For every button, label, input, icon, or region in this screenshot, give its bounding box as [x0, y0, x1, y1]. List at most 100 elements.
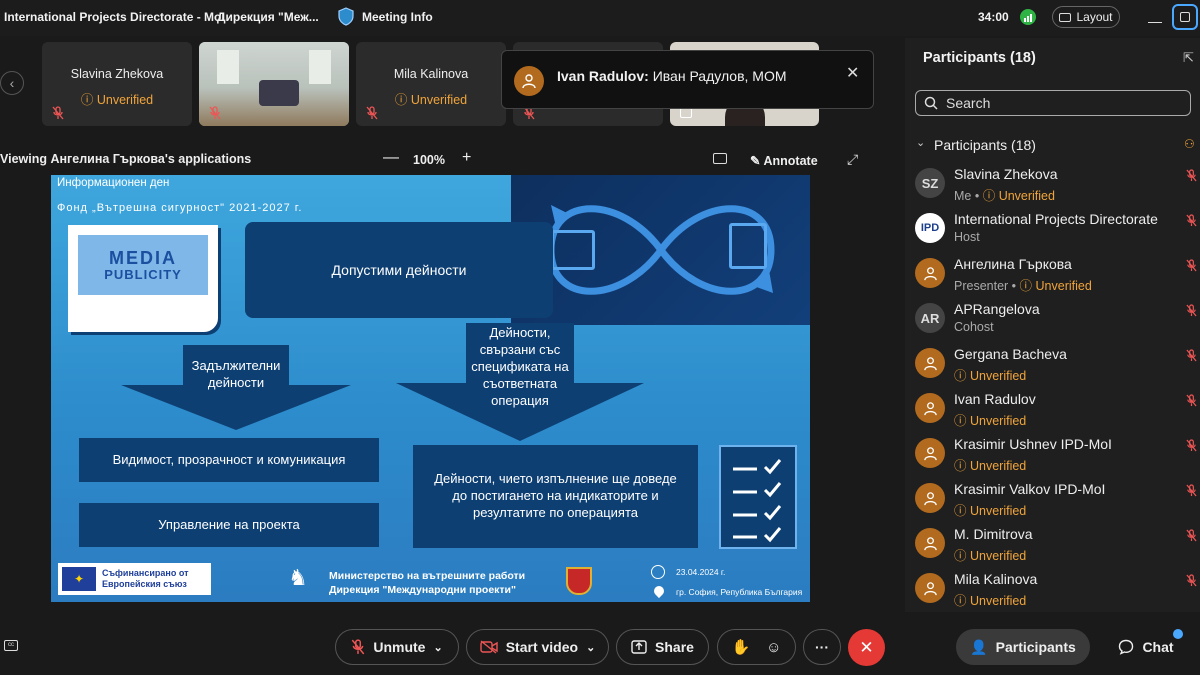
unverified-badge: ⓘ Unverified [983, 189, 1055, 203]
participants-button[interactable]: 👤 Participants [956, 629, 1090, 665]
chevron-down-icon[interactable]: ⌄ [916, 136, 925, 149]
mic-muted-icon [209, 106, 221, 120]
participant-name: Krasimir Valkov IPD-MoI [954, 481, 1106, 497]
participants-icon: 👤 [970, 638, 988, 655]
chat-icon [1119, 639, 1134, 655]
share-label: Share [655, 639, 694, 655]
share-button[interactable]: Share [616, 629, 709, 665]
chat-notification[interactable]: Ivan Radulov: Иван Радулов, МОМ ✕ [501, 50, 874, 109]
participant-list: SZ Slavina Zhekova Me • ⓘ Unverified IPD Int… [905, 166, 1200, 612]
zoom-out-button[interactable]: — [383, 149, 399, 167]
person-shape [259, 80, 299, 106]
title-bar: International Projects Directorate - MoI… [0, 0, 1200, 36]
participant-name: Krasimir Ushnev IPD-MoI [954, 436, 1112, 452]
unmute-button[interactable]: Unmute ⌄ [335, 629, 459, 665]
participant-row[interactable]: Krasimir Valkov IPD-MoI ⓘ Unverified [905, 481, 1200, 526]
avatar [915, 573, 945, 603]
eu-text: Европейския съюз [102, 579, 187, 589]
shield-icon[interactable] [338, 7, 354, 31]
leave-button[interactable]: ✕ [848, 629, 885, 666]
video-tile-mila[interactable]: Mila Kalinova ⓘ Unverified [356, 42, 506, 126]
participant-subtitle: ⓘ Unverified [954, 545, 1026, 564]
participant-row[interactable]: SZ Slavina Zhekova Me • ⓘ Unverified [905, 166, 1200, 211]
status-text: Unverified [969, 459, 1027, 473]
more-icon: ··· [815, 639, 829, 655]
info-icon: ⓘ [954, 369, 970, 383]
popout-icon[interactable]: ⇱ [1183, 50, 1194, 66]
mic-muted-icon[interactable] [1186, 304, 1197, 322]
avatar [915, 483, 945, 513]
emoji-icon[interactable]: ☺ [766, 639, 781, 656]
host-tools-icon[interactable]: ⚇ [1184, 137, 1195, 151]
mic-muted-icon[interactable] [1186, 259, 1197, 277]
mic-muted-icon[interactable] [1186, 529, 1197, 547]
close-icon[interactable]: ✕ [846, 63, 859, 83]
slide-box-main: Допустими дейности [245, 222, 553, 318]
restore-button[interactable] [1172, 4, 1198, 30]
restore-icon [1180, 12, 1190, 22]
remote-control-icon[interactable] [713, 153, 727, 164]
mic-muted-icon[interactable] [1186, 214, 1197, 232]
tab-directorate[interactable]: Дирекция "Меж... [217, 10, 319, 24]
raise-hand-icon[interactable]: ✋ [731, 638, 750, 656]
slide-box-indicators: Дейности, чието изпълнение ще доведе до … [413, 445, 698, 548]
arrow-text-left: Задължителни дейности [191, 358, 281, 390]
video-off-icon [480, 640, 498, 654]
calendar-icon [551, 230, 595, 270]
participant-row[interactable]: Krasimir Ushnev IPD-MoI ⓘ Unverified [905, 436, 1200, 481]
fullscreen-icon[interactable]: ⤢ [847, 151, 858, 168]
previous-videos-button[interactable]: ‹ [0, 71, 24, 95]
avatar [915, 348, 945, 378]
more-button[interactable]: ··· [803, 629, 841, 665]
chat-unread-badge [1173, 629, 1183, 639]
participant-row[interactable]: Ivan Radulov ⓘ Unverified [905, 391, 1200, 436]
tile-name: Mila Kalinova [393, 67, 469, 81]
tile-status: ⓘ Unverified [80, 93, 154, 107]
minimize-button[interactable] [1148, 9, 1162, 23]
annotate-button[interactable]: ✎ Annotate [750, 153, 818, 168]
unverified-badge: ⓘ Unverified [954, 414, 1026, 428]
participant-row[interactable]: AR APRangelova Cohost [905, 301, 1200, 346]
participant-row[interactable]: IPD International Projects Directorate Hos… [905, 211, 1200, 256]
layout-button[interactable]: Layout [1052, 6, 1120, 28]
participant-subtitle: ⓘ Unverified [954, 455, 1026, 474]
panel-title: Participants (18) [923, 50, 1036, 66]
location-pin-icon [651, 583, 667, 599]
mic-muted-icon[interactable] [1186, 349, 1197, 367]
mic-muted-icon[interactable] [1186, 169, 1197, 187]
mic-muted-icon[interactable] [1186, 574, 1197, 592]
search-input[interactable]: Search [915, 90, 1191, 116]
mic-muted-icon [366, 106, 378, 120]
info-icon: ⓘ [954, 459, 970, 473]
mic-muted-icon[interactable] [1186, 439, 1197, 457]
avatar [915, 393, 945, 423]
eu-logo: ✦ Съфинансирано от Европейския съюз [58, 563, 211, 595]
slide-header: Информационен ден [57, 177, 170, 189]
chevron-down-icon[interactable]: ⌄ [586, 641, 595, 654]
unverified-badge: ⓘ Unverified [954, 459, 1026, 473]
participant-row[interactable]: M. Dimitrova ⓘ Unverified [905, 526, 1200, 571]
participant-row[interactable]: Gergana Bacheva ⓘ Unverified [905, 346, 1200, 391]
captions-icon[interactable]: cc [4, 640, 18, 651]
zoom-in-button[interactable]: + [462, 149, 471, 167]
video-tile-slavina[interactable]: Slavina Zhekova ⓘ Unverified [42, 42, 192, 126]
avatar [915, 258, 945, 288]
notification-text: Ivan Radulov: Иван Радулов, МОМ [557, 68, 787, 84]
mic-muted-icon[interactable] [1186, 394, 1197, 412]
zoom-level: 100% [413, 153, 445, 167]
participant-row[interactable]: Ангелина Гъркова Presenter • ⓘ Unverified [905, 256, 1200, 301]
layout-label: Layout [1076, 10, 1113, 24]
chevron-down-icon[interactable]: ⌄ [433, 641, 442, 654]
participant-role: Cohost [954, 320, 994, 334]
info-icon: ⓘ [1019, 279, 1036, 293]
participant-row[interactable]: Mila Kalinova ⓘ Unverified [905, 571, 1200, 616]
meeting-info[interactable]: Meeting Info [362, 10, 433, 24]
video-tile-camera[interactable] [199, 42, 349, 126]
group-label[interactable]: Participants (18) [934, 137, 1036, 153]
unverified-badge: ⓘ Unverified [954, 369, 1026, 383]
start-video-button[interactable]: Start video ⌄ [466, 629, 609, 665]
reactions-group[interactable]: ✋ ☺ [717, 629, 796, 665]
mic-muted-icon[interactable] [1186, 484, 1197, 502]
network-quality-icon[interactable] [1020, 9, 1036, 25]
avatar [915, 438, 945, 468]
